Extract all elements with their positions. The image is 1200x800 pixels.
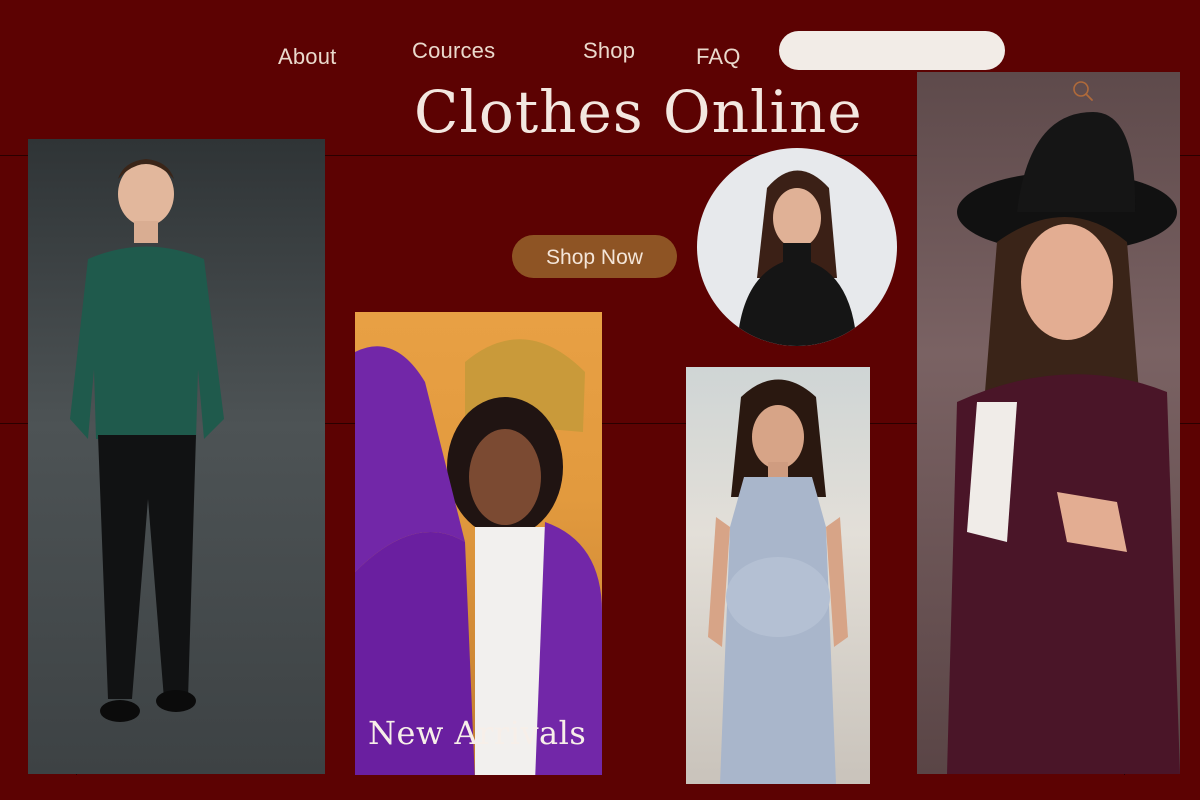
shop-now-button[interactable]: Shop Now [512, 235, 677, 278]
nav-shop[interactable]: Shop [583, 38, 635, 64]
nav-cources[interactable]: Cources [412, 38, 495, 64]
photo-woman-black-hat[interactable] [917, 72, 1180, 774]
nav-about[interactable]: About [278, 44, 337, 70]
photo-woman-blue-dress[interactable] [686, 367, 870, 784]
photo-woman-purple-jacket[interactable] [355, 312, 602, 775]
page-title: Clothes Online [414, 78, 863, 146]
new-arrivals-caption: New Arrivals [368, 714, 587, 752]
search-icon[interactable] [1071, 79, 1095, 103]
nav-faq[interactable]: FAQ [696, 44, 741, 70]
search-input[interactable] [779, 31, 1005, 70]
photo-man-green-shirt[interactable] [28, 139, 325, 774]
photo-woman-black-sweater[interactable] [697, 148, 897, 346]
